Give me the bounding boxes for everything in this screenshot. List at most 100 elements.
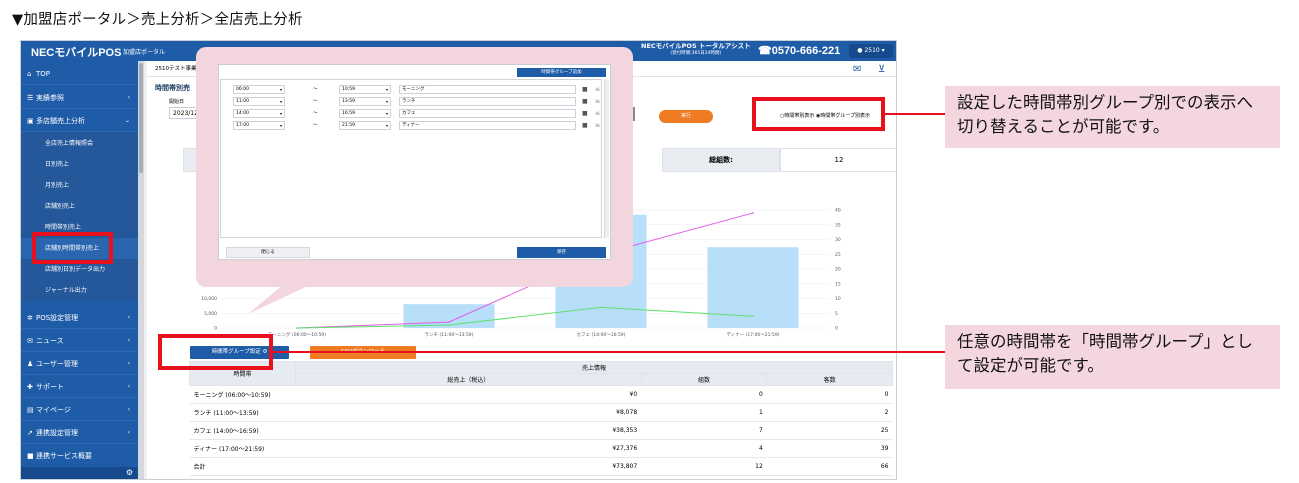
support-title: NECモバイルPOS トータルアシスト — [641, 42, 751, 50]
highlight-sidebar-item — [32, 232, 113, 264]
sidebar-item-label: TOP — [36, 70, 51, 78]
cell-customers: 66 — [766, 457, 893, 476]
end-time-select[interactable]: 13:59 ▾ — [339, 97, 391, 106]
cell-customers: 2 — [766, 403, 893, 422]
chevron-down-icon: ▾ — [385, 111, 388, 116]
modal-list-area: 06:00 ▾ ～ 10:59 ▾ モーニング ■ ≡ 11:00 ▾ ～ 13:59… — [220, 79, 602, 238]
group-name-input[interactable]: ランチ — [399, 97, 576, 106]
support-info: NECモバイルPOS トータルアシスト (受付時間:365日24時間) — [641, 43, 751, 57]
y2-tick-label: 15 — [835, 281, 841, 287]
cell-sales: ¥38,353 — [295, 421, 642, 440]
trash-icon[interactable]: ■ — [582, 121, 588, 130]
chevron-down-icon: ▾ — [385, 87, 388, 92]
mypage-icon: ▤ — [27, 406, 34, 414]
divider — [633, 107, 635, 121]
cell-customers: 0 — [766, 385, 893, 404]
add-time-group-button[interactable]: 時間帯グループ追加 — [517, 68, 606, 77]
sidebar-item-news[interactable]: ✉ ニュース ‹ — [21, 330, 138, 352]
sidebar-subitem[interactable]: 全店売上情報照会 — [21, 133, 138, 154]
group-name-input[interactable]: ディナー — [399, 121, 576, 130]
cell-time: 合計 — [189, 457, 296, 476]
chart-point — [448, 324, 450, 326]
x-tick-label: ランチ (11:00～13:59) — [425, 332, 474, 338]
sidebar-item-mypage[interactable]: ▤ マイページ ‹ — [21, 399, 138, 421]
cell-sets: 7 — [641, 421, 767, 440]
chevron-down-icon: ▾ — [279, 87, 282, 92]
trash-icon[interactable]: ■ — [582, 85, 588, 94]
group-name-input[interactable]: モーニング — [399, 85, 576, 94]
sidebar-subitem[interactable]: 日別売上 — [21, 154, 138, 175]
highlight-group-button — [158, 334, 273, 370]
drag-handle-icon[interactable]: ≡ — [595, 121, 600, 130]
end-time-select[interactable]: 10:59 ▾ — [339, 85, 391, 94]
support-phone: ☎0570-666-221 — [758, 44, 840, 57]
sidebar-item-label: ニュース — [36, 337, 64, 345]
sidebar-item-results[interactable]: ☰ 実績参照 ‹ — [21, 87, 138, 109]
sidebar-subitem[interactable]: 月別売上 — [21, 175, 138, 196]
sidebar-item-label: ユーザー管理 — [36, 360, 78, 368]
chevron-left-icon: ‹ — [127, 314, 130, 321]
store-name: 2510テスト事業 — [155, 66, 197, 72]
start-time-select[interactable]: 11:00 ▾ — [233, 97, 285, 106]
end-time-select[interactable]: 21:59 ▾ — [339, 121, 391, 130]
range-tilde: ～ — [313, 99, 318, 104]
start-time-value: 11:00 — [236, 99, 249, 104]
table-row: カフェ (14:00～16:59) ¥38,353 7 25 — [189, 421, 893, 440]
scrollbar-thumb[interactable] — [139, 63, 143, 173]
brand-logo[interactable]: NECモバイルPOS — [31, 44, 121, 60]
sidebar-scrollbar[interactable] — [138, 61, 144, 479]
start-time-select[interactable]: 17:00 ▾ — [233, 121, 285, 130]
chart-point — [600, 306, 602, 309]
y2-tick-label: 0 — [835, 326, 838, 332]
megaphone-icon[interactable]: ✉ — [853, 62, 861, 78]
callout-bottom: 任意の時間帯を「時間帯グループ」として設定が可能です。 — [945, 325, 1280, 389]
settings-gear-icon[interactable]: ⚙ — [126, 468, 133, 477]
drag-handle-icon[interactable]: ≡ — [595, 85, 600, 94]
chart-point — [448, 321, 450, 323]
cell-customers: 39 — [766, 439, 893, 458]
cell-sets: 0 — [641, 385, 767, 404]
start-time-select[interactable]: 14:00 ▾ — [233, 109, 285, 118]
cart-icon[interactable]: ⊻ — [878, 62, 885, 78]
cell-sales: ¥8,078 — [295, 403, 642, 422]
save-button[interactable]: 保存 — [517, 247, 606, 258]
group-name-input[interactable]: カフェ — [399, 109, 576, 118]
col-header-group: 売上情報 — [295, 361, 893, 374]
chevron-down-icon: ▾ — [385, 99, 388, 104]
callout-top: 設定した時間帯別グループ別での表示へ切り替えることが可能です。 — [945, 86, 1280, 148]
chevron-down-icon: ▾ — [279, 111, 282, 116]
x-tick-label: モーニング (06:00～10:59) — [268, 331, 326, 338]
y2-tick-label: 35 — [835, 222, 841, 228]
sidebar-item-label: 多店舗売上分析 — [36, 117, 85, 125]
sidebar-item-pos-settings[interactable]: ✲ POS設定管理 ‹ — [21, 307, 138, 329]
sidebar-subitem[interactable]: ジャーナル出力 — [21, 280, 138, 301]
sidebar-subitem[interactable]: 店舗別売上 — [21, 196, 138, 217]
drag-handle-icon[interactable]: ≡ — [595, 109, 600, 118]
drag-handle-icon[interactable]: ≡ — [595, 97, 600, 106]
col-header-sales: 総売上（税込） — [295, 373, 642, 386]
cell-time: モーニング (06:00～10:59) — [189, 385, 296, 404]
range-tilde: ～ — [313, 111, 318, 116]
close-button[interactable]: 閉じる — [226, 247, 310, 258]
user-menu[interactable]: ● 2510 ▾ — [849, 44, 893, 58]
cell-sales: ¥0 — [295, 385, 642, 404]
run-button[interactable]: 実行 — [659, 110, 713, 123]
end-time-select[interactable]: 16:59 ▾ — [339, 109, 391, 118]
end-time-value: 21:59 — [342, 123, 355, 128]
sidebar-item-label: 連携設定管理 — [36, 429, 78, 437]
trash-icon[interactable]: ■ — [582, 109, 588, 118]
chevron-left-icon: ‹ — [127, 94, 130, 101]
sidebar-item-support[interactable]: ✚ サポート ‹ — [21, 376, 138, 398]
sidebar-item-integration[interactable]: ↗ 連携設定管理 ‹ — [21, 422, 138, 444]
y-tick-label: 5,000 — [204, 311, 217, 317]
modal-scrollbar[interactable] — [604, 79, 609, 238]
support-hours: (受付時間:365日24時間) — [670, 51, 722, 56]
sidebar-item-services[interactable]: ■ 連携サービス概要 — [21, 445, 138, 467]
range-tilde: ～ — [313, 123, 318, 128]
sidebar-item-top[interactable]: ⌂ TOP — [21, 63, 138, 85]
trash-icon[interactable]: ■ — [582, 97, 588, 106]
sidebar-item-users[interactable]: ♟ ユーザー管理 ‹ — [21, 353, 138, 375]
phone-number: 0570-666-221 — [771, 45, 841, 57]
sidebar-item-multistore[interactable]: ▣ 多店舗売上分析 ⌄ — [21, 110, 138, 132]
start-time-select[interactable]: 06:00 ▾ — [233, 85, 285, 94]
